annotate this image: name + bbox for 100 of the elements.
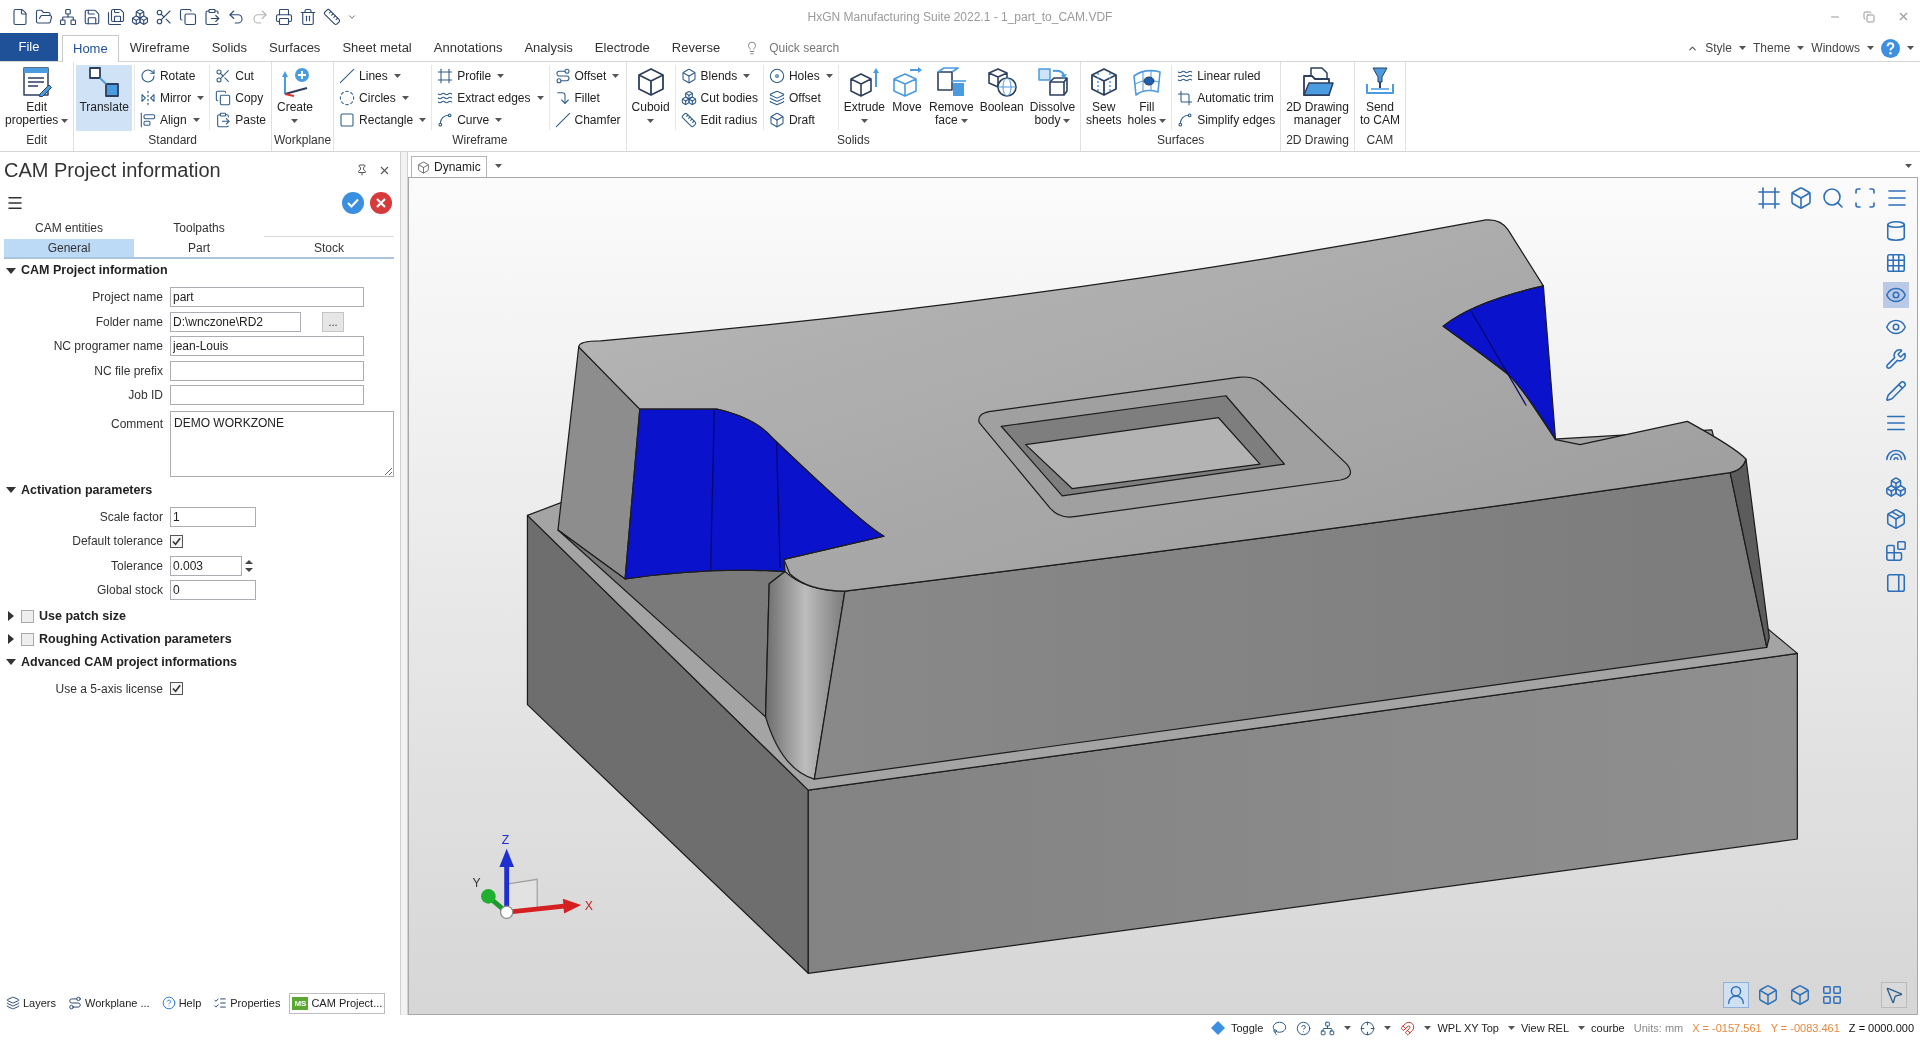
menu-icon[interactable] xyxy=(6,194,24,212)
ribbon-button[interactable]: Rotate xyxy=(136,67,208,85)
checkbox[interactable] xyxy=(21,632,34,646)
panel-switch-tab[interactable]: Help xyxy=(158,992,205,1014)
ruler-icon[interactable] xyxy=(323,7,341,26)
status-dropdown[interactable]: WPL XY Top xyxy=(1424,1019,1499,1037)
ribbon-button[interactable]: Cuboid xyxy=(628,65,673,131)
spinner-arrows-icon[interactable] xyxy=(244,557,254,574)
ribbon-button[interactable]: Offset xyxy=(765,89,836,107)
ribbon-button[interactable]: Chamfer xyxy=(551,111,624,129)
ribbon-button[interactable]: Sew sheets xyxy=(1083,65,1125,131)
ribbon-button[interactable]: Draft xyxy=(765,111,836,129)
ribbon-button[interactable]: Blends xyxy=(677,67,761,85)
ribbon-button[interactable]: Fillet xyxy=(551,89,624,107)
ribbon-button[interactable]: 2D Drawing manager xyxy=(1283,65,1352,131)
ribbon-button[interactable]: Edit properties xyxy=(2,65,72,131)
document-tab[interactable]: Dynamic xyxy=(411,156,487,177)
cancel-circle-icon[interactable] xyxy=(370,192,392,214)
ribbon-button[interactable]: Dissolve body xyxy=(1026,65,1079,131)
ribbon-button[interactable]: Profile xyxy=(434,67,547,85)
save-icon[interactable] xyxy=(83,7,101,26)
ribbon-button[interactable]: Cut bodies xyxy=(677,89,761,107)
panel-tab[interactable]: Part xyxy=(134,238,264,257)
ribbon-tab[interactable]: Wireframe xyxy=(118,35,201,61)
panel-switch-tab[interactable]: Properties xyxy=(210,992,284,1014)
status-dropdown[interactable]: View REL xyxy=(1507,1019,1570,1037)
ribbon-button[interactable]: Translate xyxy=(76,65,132,131)
expanded-triangle-icon[interactable] xyxy=(6,485,16,495)
status-dropdown[interactable]: courbe xyxy=(1578,1019,1625,1037)
cubes-icon[interactable] xyxy=(1883,474,1909,500)
number-field[interactable]: 0.003 xyxy=(170,555,242,576)
panel-switch-tab[interactable]: MS CAM Project... xyxy=(289,992,386,1014)
panel-tab[interactable]: CAM entities xyxy=(4,218,134,239)
ribbon-button[interactable]: Copy xyxy=(212,89,269,107)
blocks-icon[interactable] xyxy=(1883,538,1909,564)
ribbon-button[interactable]: Lines xyxy=(336,67,430,85)
pencil-icon[interactable] xyxy=(1883,378,1909,404)
ribbon-button[interactable]: Curve xyxy=(434,111,547,129)
comment-field[interactable]: DEMO WORKZONE xyxy=(170,410,394,477)
copy-icon[interactable] xyxy=(179,7,197,26)
ribbon-button[interactable]: Create xyxy=(273,65,316,131)
ribbon-tab[interactable]: Annotations xyxy=(422,35,514,61)
ribbon-button[interactable]: Linear ruled xyxy=(1174,67,1279,85)
ribbon-tab[interactable]: Reverse xyxy=(660,35,732,61)
ribbon-option[interactable]: Windows xyxy=(1811,39,1860,57)
clipboard-icon[interactable] xyxy=(203,7,221,26)
network-icon[interactable] xyxy=(59,7,77,26)
frame-icon[interactable] xyxy=(1757,186,1781,210)
file-tab[interactable]: File xyxy=(0,33,58,61)
panel-switch-tab[interactable]: Layers xyxy=(3,992,60,1014)
ribbon-button[interactable]: Fill holes xyxy=(1124,65,1170,131)
ribbon-tab[interactable]: Surfaces xyxy=(258,35,332,61)
ribbon-option[interactable]: Style xyxy=(1705,39,1732,57)
ribbon-button[interactable]: Remove face xyxy=(926,65,977,131)
ribbon-button[interactable]: Boolean xyxy=(976,65,1027,131)
text-field[interactable]: part xyxy=(170,287,364,308)
ribbon-button[interactable]: Extract edges xyxy=(434,89,547,107)
ribbon-button[interactable]: Simplify edges xyxy=(1174,111,1279,129)
toggle-button[interactable]: Toggle xyxy=(1211,1019,1264,1037)
pin-icon[interactable] xyxy=(356,164,368,176)
ribbon-tab[interactable]: Analysis xyxy=(513,35,584,61)
expanded-triangle-icon[interactable] xyxy=(6,265,16,276)
person-icon[interactable] xyxy=(1723,982,1749,1008)
open-folder-icon[interactable] xyxy=(35,7,53,26)
new-file-icon[interactable] xyxy=(11,7,29,26)
ribbon-option[interactable]: Theme xyxy=(1752,39,1791,57)
ribbon-tab[interactable]: Electrode xyxy=(583,35,661,61)
text-field[interactable]: 1 xyxy=(170,506,256,527)
lasso-icon[interactable] xyxy=(1272,1020,1288,1036)
zoom-icon[interactable] xyxy=(1821,186,1845,210)
trash-icon[interactable] xyxy=(299,7,317,26)
ribbon-tab[interactable]: Home xyxy=(62,35,119,62)
checkbox[interactable] xyxy=(170,534,183,548)
ribbon-button[interactable]: Paste xyxy=(212,111,269,129)
help-icon[interactable] xyxy=(1296,1020,1312,1036)
ribbon-button[interactable]: Align xyxy=(136,111,208,129)
panel-switch-tab[interactable]: Workplane ... xyxy=(65,992,153,1014)
fit-view-icon[interactable] xyxy=(1853,186,1877,210)
eye-icon[interactable] xyxy=(1883,282,1909,308)
browse-button[interactable]: ... xyxy=(322,311,344,332)
ribbon-button[interactable]: Edit radius xyxy=(677,111,761,129)
save-all-icon[interactable] xyxy=(107,7,125,26)
ribbon-button[interactable]: Circles xyxy=(336,89,430,107)
pointer-icon[interactable] xyxy=(1881,982,1907,1008)
ribbon-button[interactable]: Mirror xyxy=(136,89,208,107)
text-field[interactable] xyxy=(170,385,364,406)
checkbox[interactable] xyxy=(170,682,183,696)
magnet-icon[interactable] xyxy=(1400,1020,1416,1036)
printer-icon[interactable] xyxy=(275,7,293,26)
checkbox[interactable] xyxy=(21,609,34,623)
scissors-icon[interactable] xyxy=(155,7,173,26)
panel-tab[interactable]: General xyxy=(4,238,134,257)
check-circle-icon[interactable] xyxy=(342,192,364,214)
text-field[interactable] xyxy=(170,360,364,381)
ribbon-button[interactable]: Rectangle xyxy=(336,111,430,129)
ribbon-button[interactable]: Move xyxy=(888,65,926,131)
ribbon-button[interactable]: Holes xyxy=(765,67,836,85)
ribbon-button[interactable]: Extrude xyxy=(840,65,888,131)
wrench-icon[interactable] xyxy=(1883,346,1909,372)
network-icon[interactable] xyxy=(1320,1020,1336,1036)
